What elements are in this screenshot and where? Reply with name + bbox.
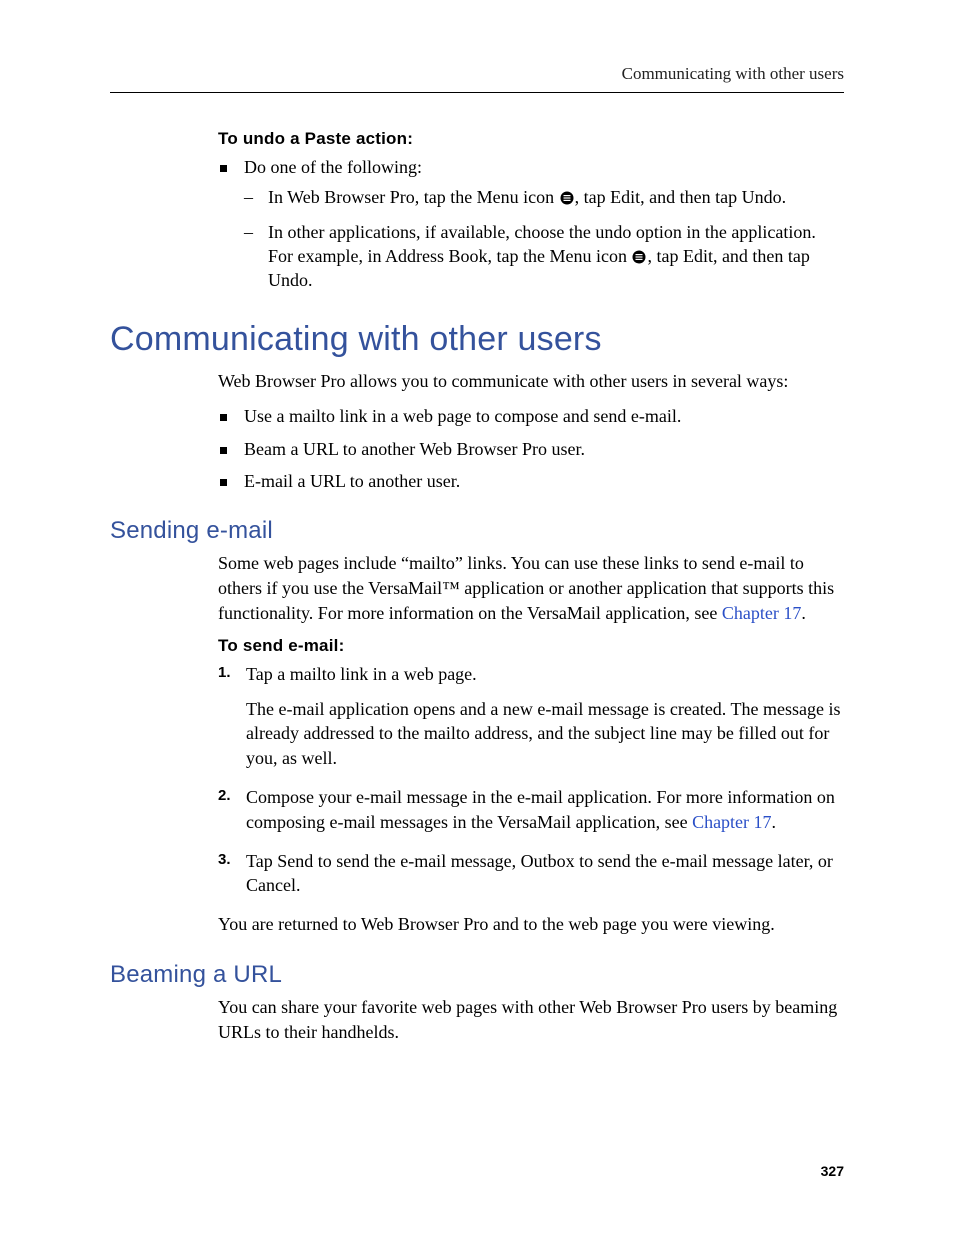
heading-sending-email: Sending e-mail [110, 517, 844, 545]
sending-block: Some web pages include “mailto” links. Y… [218, 551, 844, 937]
step-1-detail: The e-mail application opens and a new e… [246, 697, 844, 771]
menu-icon [560, 191, 574, 205]
page: Communicating with other users To undo a… [0, 0, 954, 1235]
send-steps: Tap a mailto link in a web page. The e-m… [218, 662, 844, 899]
undo-section: To undo a Paste action: Do one of the fo… [218, 129, 844, 292]
undo-bullet-text: Do one of the following: [244, 157, 422, 177]
undo-dash-1b: , tap Edit, and then tap Undo. [575, 187, 786, 207]
send-lead: To send e-mail: [218, 636, 844, 656]
page-number: 327 [821, 1163, 844, 1179]
undo-dash-1a: In Web Browser Pro, tap the Menu icon [268, 187, 559, 207]
ways-list: Use a mailto link in a web page to compo… [218, 404, 844, 493]
intro-block: Web Browser Pro allows you to communicat… [218, 369, 844, 493]
undo-dash-1: In Web Browser Pro, tap the Menu icon , … [244, 185, 844, 209]
undo-dash-2: In other applications, if available, cho… [244, 220, 844, 293]
beaming-text: You can share your favorite web pages wi… [218, 995, 844, 1045]
sending-intro-b: . [801, 603, 806, 623]
running-head: Communicating with other users [110, 64, 844, 93]
step-2: Compose your e-mail message in the e-mai… [218, 785, 844, 835]
undo-lead: To undo a Paste action: [218, 129, 844, 149]
beaming-block: You can share your favorite web pages wi… [218, 995, 844, 1045]
undo-bullet: Do one of the following: In Web Browser … [218, 155, 844, 292]
step-1: Tap a mailto link in a web page. The e-m… [218, 662, 844, 771]
link-chapter-17-b[interactable]: Chapter 17 [692, 812, 771, 832]
step-1-text: Tap a mailto link in a web page. [246, 664, 477, 684]
heading-beaming-url: Beaming a URL [110, 961, 844, 989]
step-3: Tap Send to send the e-mail message, Out… [218, 849, 844, 899]
way-beam: Beam a URL to another Web Browser Pro us… [218, 437, 844, 461]
undo-sublist: In Web Browser Pro, tap the Menu icon , … [244, 185, 844, 292]
menu-icon [632, 250, 646, 264]
sending-outro: You are returned to Web Browser Pro and … [218, 912, 844, 937]
way-mailto: Use a mailto link in a web page to compo… [218, 404, 844, 428]
step-2b: . [772, 812, 777, 832]
way-email: E-mail a URL to another user. [218, 469, 844, 493]
link-chapter-17[interactable]: Chapter 17 [722, 603, 801, 623]
undo-list: Do one of the following: In Web Browser … [218, 155, 844, 292]
sending-intro: Some web pages include “mailto” links. Y… [218, 551, 844, 625]
intro-text: Web Browser Pro allows you to communicat… [218, 369, 844, 394]
heading-communicating: Communicating with other users [110, 320, 844, 359]
